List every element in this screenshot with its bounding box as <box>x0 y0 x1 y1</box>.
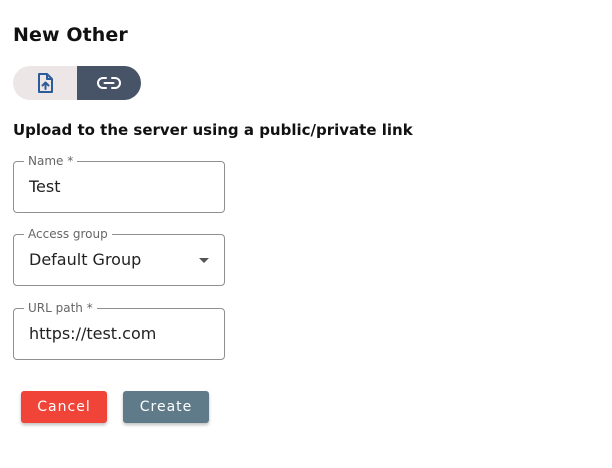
name-field[interactable]: Name * <box>13 154 225 213</box>
create-button[interactable]: Create <box>123 391 209 423</box>
page-title: New Other <box>13 24 128 46</box>
access-group-value: Default Group <box>29 250 142 269</box>
dropdown-arrow-icon[interactable] <box>199 258 209 263</box>
link-icon <box>97 77 121 89</box>
cancel-button[interactable]: Cancel <box>21 391 107 423</box>
url-path-field[interactable]: URL path * <box>13 301 225 360</box>
new-other-page: New Other Upload to the server using a p… <box>0 0 612 468</box>
access-group-select[interactable]: Access group Default Group <box>13 227 225 286</box>
link-toggle-button[interactable] <box>77 66 141 100</box>
url-path-input[interactable] <box>29 309 209 359</box>
form-subtitle: Upload to the server using a public/priv… <box>13 121 413 139</box>
upload-mode-toggle <box>13 66 141 100</box>
name-input[interactable] <box>29 162 209 212</box>
file-upload-toggle-button[interactable] <box>13 66 77 100</box>
file-upload-icon <box>38 73 53 93</box>
